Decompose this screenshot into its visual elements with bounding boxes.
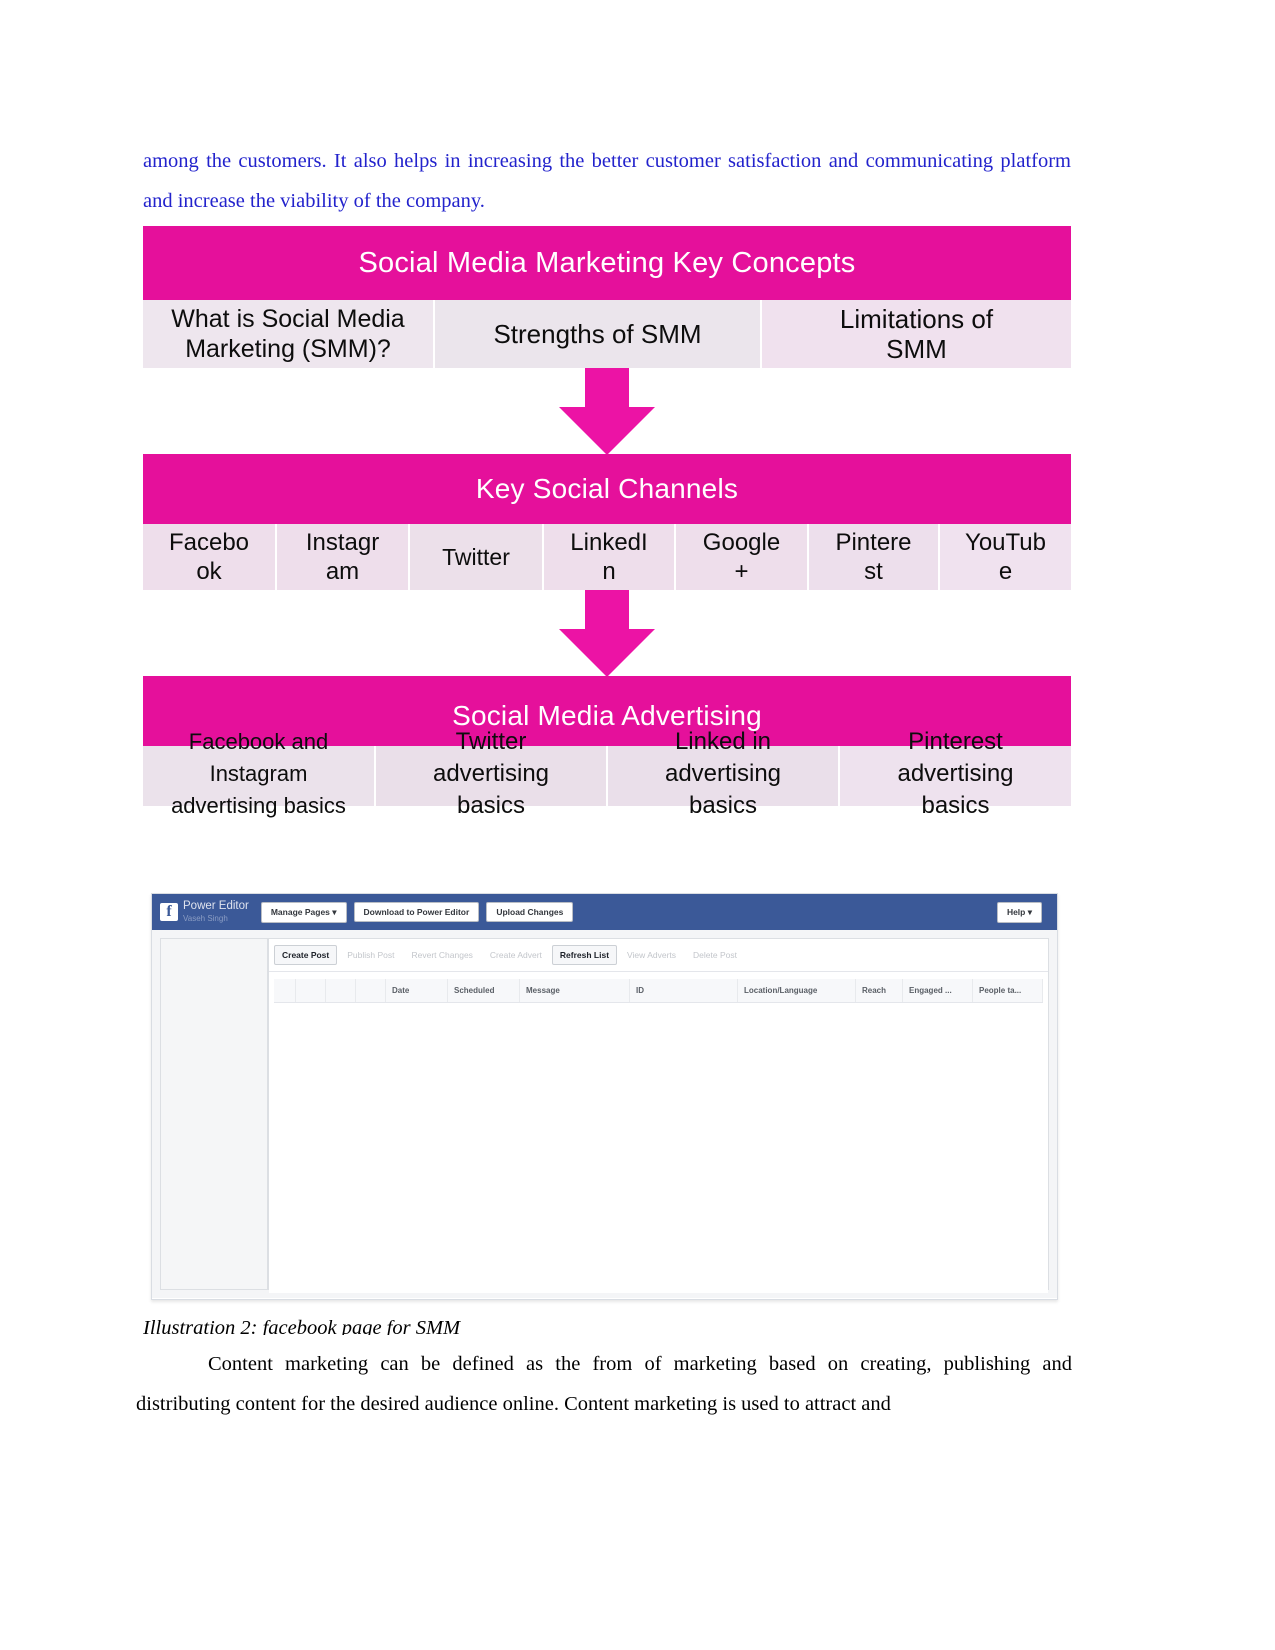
- down-arrow-icon: [559, 590, 655, 677]
- diagram-cell-instagram[interactable]: Instagr am: [277, 524, 410, 590]
- power-editor-body: Create Post Publish Post Revert Changes …: [152, 930, 1057, 1298]
- download-to-power-editor-button[interactable]: Download to Power Editor: [353, 902, 480, 922]
- diagram-cell-label: Limitations of SMM: [839, 304, 994, 364]
- diagram-cell-label: YouTub e: [965, 529, 1046, 585]
- arrow-shaft: [585, 368, 629, 408]
- diagram-cell-label: Strengths of SMM: [493, 319, 702, 349]
- delete-post-button[interactable]: Delete Post: [686, 946, 744, 964]
- arrow-shaft: [585, 590, 629, 630]
- facebook-logo-icon: f: [160, 903, 178, 921]
- diagram-cell-label: Google +: [702, 529, 781, 585]
- diagram-cell-limitations-of-smm[interactable]: Limitations of SMM: [762, 300, 1071, 368]
- diagram-cell-label: Twitter advertising basics: [432, 728, 550, 819]
- diagram-band-key-social-channels: Key Social Channels Facebo ok Instagr am…: [143, 454, 1071, 590]
- manage-pages-button[interactable]: Manage Pages ▾: [260, 901, 347, 923]
- column-header-id[interactable]: ID: [630, 979, 738, 1002]
- diagram-cell-facebook[interactable]: Facebo ok: [143, 524, 277, 590]
- band-header-key-concepts: Social Media Marketing Key Concepts: [143, 226, 1071, 300]
- diagram-cell-label: LinkedI n: [570, 529, 648, 585]
- power-editor-main-panel: Create Post Publish Post Revert Changes …: [268, 938, 1049, 1293]
- power-editor-topbar: f Power Editor Vaseh Singh Manage Pages …: [152, 894, 1057, 930]
- diagram-cell-label: Facebook and Instagram advertising basic…: [171, 729, 346, 818]
- column-header-reach[interactable]: Reach: [856, 979, 903, 1002]
- refresh-list-button[interactable]: Refresh List: [551, 945, 618, 965]
- diagram-cell-what-is-smm[interactable]: What is Social Media Marketing (SMM)?: [143, 300, 435, 368]
- bottom-paragraph-line-1: Content marketing can be defined as the …: [208, 1353, 1031, 1375]
- diagram-cell-youtube[interactable]: YouTub e: [940, 524, 1071, 590]
- top-paragraph: among the customers. It also helps in in…: [143, 150, 1071, 212]
- arrow-connector-1-wrap: [143, 368, 1071, 455]
- power-editor-sidebar[interactable]: [160, 938, 268, 1290]
- band-row-social-media-advertising: Facebook and Instagram advertising basic…: [143, 728, 1071, 819]
- help-button[interactable]: Help ▾: [996, 902, 1042, 923]
- diagram-cell-linkedin[interactable]: LinkedI n: [544, 524, 676, 590]
- view-adverts-button[interactable]: View Adverts: [620, 946, 683, 964]
- band-row-key-concepts: What is Social Media Marketing (SMM)? St…: [143, 300, 1071, 368]
- upload-changes-button[interactable]: Upload Changes: [486, 902, 574, 922]
- posts-table-header: Date Scheduled Message ID Location/Langu…: [274, 979, 1043, 1003]
- power-editor-brand: Power Editor Vaseh Singh: [183, 900, 249, 925]
- column-header-message[interactable]: Message: [520, 979, 630, 1002]
- document-page: among the customers. It also helps in in…: [0, 0, 1275, 1650]
- diagram-cell-facebook-instagram-ads[interactable]: Facebook and Instagram advertising basic…: [143, 729, 376, 818]
- column-header-icon-2[interactable]: [326, 979, 356, 1002]
- diagram-cell-twitter-ads[interactable]: Twitter advertising basics: [376, 728, 608, 819]
- diagram-cell-label: Pintere st: [835, 529, 912, 585]
- column-header-icon-1[interactable]: [296, 979, 326, 1002]
- arrow-head: [559, 629, 655, 677]
- post-action-toolbar: Create Post Publish Post Revert Changes …: [269, 939, 1048, 972]
- posts-table-body: [269, 1003, 1048, 1293]
- diagram-cell-google-plus[interactable]: Google +: [676, 524, 809, 590]
- bottom-paragraph: Content marketing can be defined as the …: [136, 1344, 1072, 1424]
- diagram-cell-label: Linked in advertising basics: [664, 728, 782, 819]
- diagram-cell-pinterest[interactable]: Pintere st: [809, 524, 940, 590]
- band-row-key-social-channels: Facebo ok Instagr am Twitter LinkedI n G…: [143, 524, 1071, 590]
- illustration-caption: Illustration 2: facebook page for SMM: [143, 1317, 461, 1335]
- revert-changes-button[interactable]: Revert Changes: [405, 946, 480, 964]
- column-header-people-talking[interactable]: People ta...: [973, 979, 1043, 1002]
- facebook-power-editor-screenshot: f Power Editor Vaseh Singh Manage Pages …: [151, 893, 1058, 1300]
- diagram-band-social-media-advertising: Social Media Advertising Facebook and In…: [143, 676, 1071, 819]
- diagram-band-key-concepts: Social Media Marketing Key Concepts What…: [143, 226, 1071, 368]
- column-header-select[interactable]: [274, 979, 296, 1002]
- brand-title: Power Editor: [183, 899, 249, 912]
- diagram-cell-linkedin-ads[interactable]: Linked in advertising basics: [608, 728, 840, 819]
- band-header-key-social-channels: Key Social Channels: [143, 454, 1071, 524]
- column-header-engaged[interactable]: Engaged ...: [903, 979, 973, 1002]
- create-post-button[interactable]: Create Post: [274, 945, 338, 965]
- diagram-cell-label: Instagr am: [305, 529, 380, 585]
- diagram-cell-strengths-of-smm[interactable]: Strengths of SMM: [435, 300, 762, 368]
- diagram-cell-pinterest-ads[interactable]: Pinterest advertising basics: [840, 728, 1071, 819]
- diagram-cell-label: What is Social Media Marketing (SMM)?: [171, 305, 405, 363]
- column-header-icon-3[interactable]: [356, 979, 386, 1002]
- diagram-cell-twitter[interactable]: Twitter: [410, 524, 544, 590]
- column-header-scheduled[interactable]: Scheduled: [448, 979, 520, 1002]
- diagram-cell-label: Twitter: [442, 543, 510, 570]
- down-arrow-icon: [559, 368, 655, 455]
- arrow-head: [559, 407, 655, 455]
- account-name: Vaseh Singh: [183, 913, 228, 923]
- create-advert-button[interactable]: Create Advert: [483, 946, 549, 964]
- smartart-diagram: Social Media Marketing Key Concepts What…: [143, 226, 1071, 819]
- column-header-location-language[interactable]: Location/Language: [738, 979, 856, 1002]
- publish-post-button[interactable]: Publish Post: [340, 946, 401, 964]
- diagram-cell-label: Pinterest advertising basics: [897, 728, 1014, 819]
- column-header-date[interactable]: Date: [386, 979, 448, 1002]
- arrow-connector-2-wrap: [143, 590, 1071, 677]
- diagram-cell-label: Facebo ok: [168, 529, 250, 585]
